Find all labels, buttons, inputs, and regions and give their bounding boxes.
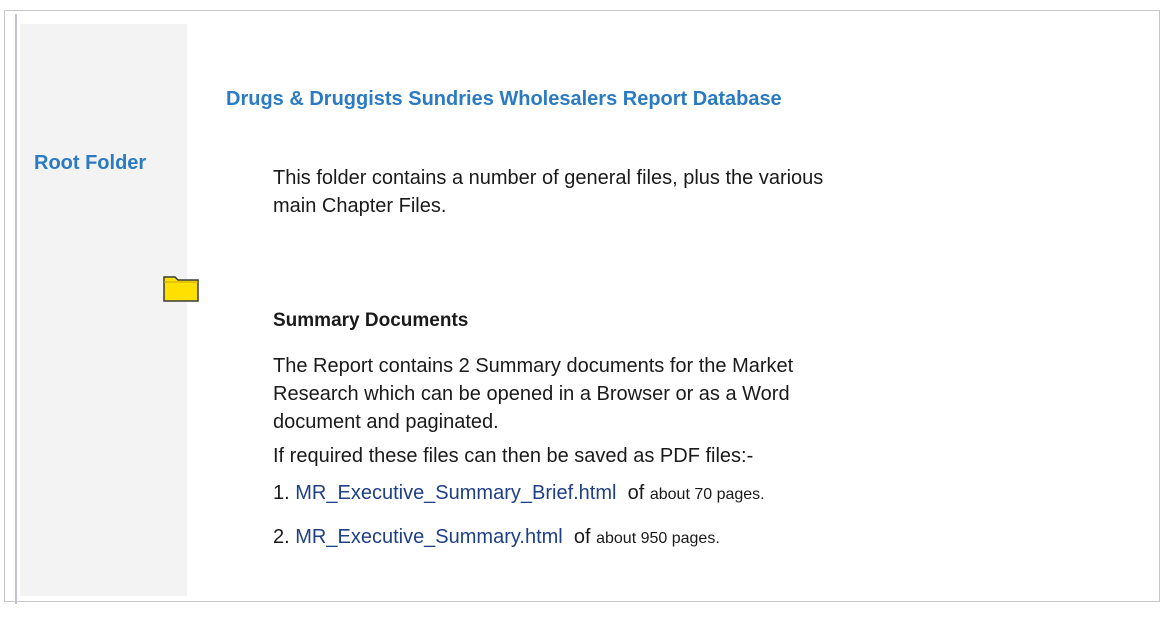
folder-icon[interactable] <box>162 273 200 303</box>
pdf-note: If required these files can then be save… <box>273 445 754 467</box>
report-title: Drugs & Druggists Sundries Wholesalers R… <box>226 88 782 110</box>
root-folder-label: Root Folder <box>34 152 147 174</box>
sidebar: Root Folder <box>20 24 199 596</box>
executive-summary-brief-link[interactable]: MR_Executive_Summary_Brief.html <box>295 482 616 504</box>
list-number: 1. <box>273 482 290 504</box>
pages-note: about 70 pages. <box>649 486 765 503</box>
list-item: 1. MR_Executive_Summary_Brief.html of ab… <box>273 482 765 505</box>
list-item: 2. MR_Executive_Summary.html of about 95… <box>273 526 720 549</box>
summary-heading: Summary Documents <box>273 310 469 331</box>
list-number: 2. <box>273 526 290 548</box>
pages-of: of <box>573 526 591 548</box>
pages-note: about 950 pages. <box>596 530 720 547</box>
summary-description: The Report contains 2 Summary documents … <box>273 355 794 433</box>
left-rule <box>15 14 17 604</box>
pages-of: of <box>627 482 645 504</box>
intro-text: This folder contains a number of general… <box>273 167 824 217</box>
executive-summary-link[interactable]: MR_Executive_Summary.html <box>295 526 562 548</box>
